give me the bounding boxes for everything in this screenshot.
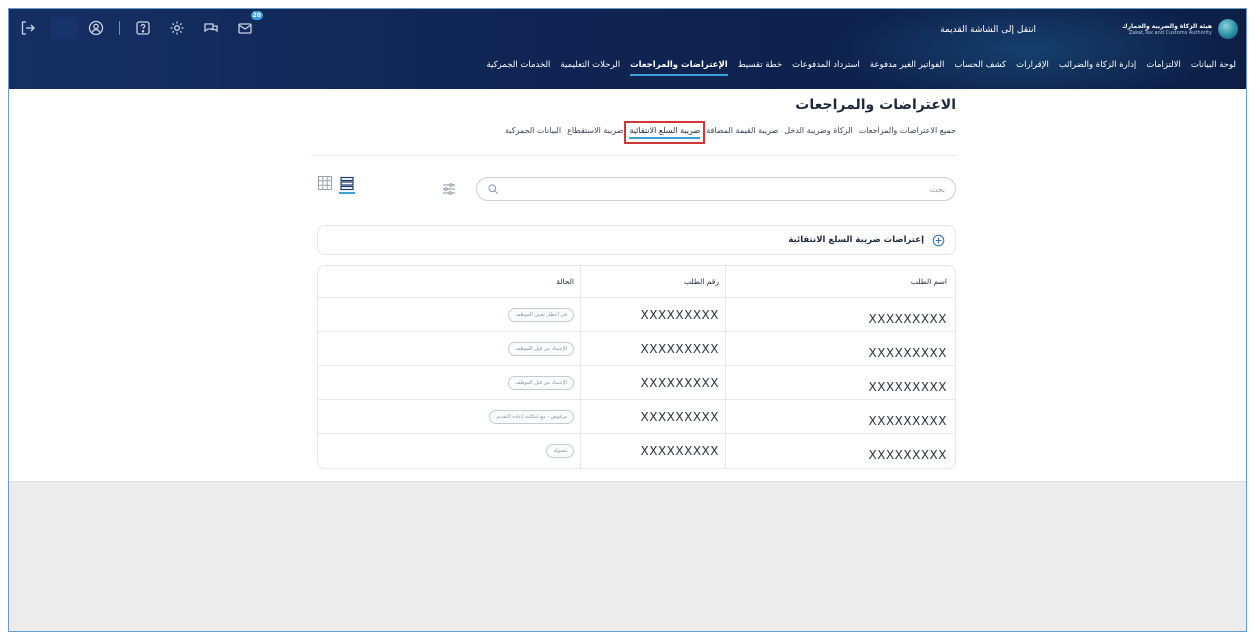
nav-item[interactable]: الالتزامات: [1146, 60, 1181, 76]
tab-item[interactable]: ضريبة القيمة المضافة: [706, 126, 778, 147]
nav-item[interactable]: الخدمات الجمركية: [486, 60, 550, 76]
search-box: [476, 177, 956, 201]
nav-item[interactable]: الإعتراضات والمراجعات: [630, 60, 728, 76]
section-title: إعتراضات ضريبة السلع الانتقائية: [788, 235, 924, 245]
cell-request-name: XXXXXXXXX: [725, 332, 955, 365]
column-header-number: رقم الطلب: [684, 277, 719, 286]
nav-item[interactable]: لوحة البيانات: [1191, 60, 1236, 76]
top-icons: 20: [17, 11, 268, 39]
table-row[interactable]: XXXXXXXXX XXXXXXXXX الإعتماد من قبل الموظف: [318, 366, 955, 400]
cell-status: الإعتماد من قبل الموظف: [318, 366, 580, 399]
section-header[interactable]: إعتراضات ضريبة السلع الانتقائية: [317, 225, 956, 255]
filter-icon[interactable]: [441, 181, 457, 197]
cell-request-number: XXXXXXXXX: [580, 298, 725, 331]
logo-text: هيئة الزكاة والضريبة والجمارك Zakat,Tax …: [1122, 23, 1212, 36]
table-row[interactable]: XXXXXXXXX XXXXXXXXX الإعتماد من قبل الموظف: [318, 332, 955, 366]
blank-slot: [51, 17, 79, 39]
header-cell-status: الحالة: [318, 266, 580, 297]
status-badge: الإعتماد من قبل الموظف: [508, 341, 574, 356]
nav-item[interactable]: إدارة الزكاة والضرائب: [1059, 60, 1136, 76]
column-header-status: الحالة: [556, 277, 574, 286]
table-row[interactable]: XXXXXXXXX XXXXXXXXX مقبولة: [318, 434, 955, 468]
tab-item[interactable]: ضريبة السلع الانتقائية: [624, 121, 706, 144]
cell-request-number: XXXXXXXXX: [580, 366, 725, 399]
table-row[interactable]: XXXXXXXXX XXXXXXXXX في انتظار تعيين الموظف: [318, 298, 955, 332]
plus-circle-icon[interactable]: [932, 234, 945, 247]
cell-status: مقبولة: [318, 434, 580, 468]
cell-status: في انتظار تعيين الموظف: [318, 298, 580, 331]
view-toggle: [317, 175, 355, 194]
request-number: XXXXXXXXX: [640, 409, 719, 424]
header-cell-number: رقم الطلب: [580, 266, 725, 297]
mail-badge: 20: [250, 11, 263, 20]
request-name: XXXXXXXXX: [868, 413, 947, 428]
status-badge: مقبولة: [546, 444, 574, 458]
status-badge: الإعتماد من قبل الموظف: [508, 375, 574, 390]
request-number: XXXXXXXXX: [640, 444, 719, 458]
search-input[interactable]: [499, 184, 945, 194]
request-name: XXXXXXXXX: [868, 345, 947, 360]
old-screen-link[interactable]: انتقل إلى الشاشة القديمة: [940, 25, 1036, 35]
nav-item[interactable]: الرحلات التعليمية: [560, 60, 620, 76]
requests-table: اسم الطلب رقم الطلب الحالة XXXXXXXXX XXXX…: [317, 265, 956, 469]
help-icon[interactable]: [132, 17, 154, 39]
divider: [119, 21, 120, 35]
nav-item[interactable]: الفواتير الغير مدفوعة: [870, 60, 944, 76]
header-cell-name: اسم الطلب: [725, 266, 955, 297]
chat-icon[interactable]: [200, 17, 222, 39]
cell-request-name: XXXXXXXXX: [725, 434, 955, 468]
request-name: XXXXXXXXX: [868, 311, 947, 326]
cell-request-number: XXXXXXXXX: [580, 400, 725, 433]
empty-area: [9, 481, 1246, 631]
cell-request-number: XXXXXXXXX: [580, 434, 725, 468]
tab-item[interactable]: الزكاة وضريبة الدخل: [784, 126, 852, 147]
cell-request-name: XXXXXXXXX: [725, 298, 955, 331]
tab-item[interactable]: جميع الاعتراضات والمراجعات: [859, 126, 956, 147]
logo-english: Zakat,Tax and Customs Authority: [1128, 29, 1212, 36]
request-name: XXXXXXXXX: [868, 379, 947, 394]
main-content: الاعتراضات والمراجعات جميع الاعتراضات وا…: [9, 89, 1246, 481]
column-header-name: اسم الطلب: [910, 277, 947, 286]
zatca-logo[interactable]: هيئة الزكاة والضريبة والجمارك Zakat,Tax …: [1122, 19, 1238, 39]
nav-item[interactable]: استرداد المدفوعات: [792, 60, 860, 76]
tab-item[interactable]: ضريبة الاستقطاع: [567, 126, 623, 147]
mail-icon[interactable]: 20: [234, 11, 263, 39]
nav-item[interactable]: الإقرارات: [1016, 60, 1049, 76]
logo-mark-icon: [1218, 19, 1238, 39]
main-nav: لوحة البيانات الالتزامات إدارة الزكاة والض…: [486, 60, 1236, 76]
table-row[interactable]: XXXXXXXXX XXXXXXXXX مرفوض - مع امكانية إعا…: [318, 400, 955, 434]
nav-item[interactable]: كشف الحساب: [954, 60, 1006, 76]
status-badge: في انتظار تعيين الموظف: [508, 307, 574, 322]
search-icon[interactable]: [487, 183, 499, 195]
tabs-divider: [311, 155, 956, 156]
tab-bar: جميع الاعتراضات والمراجعات الزكاة وضريبة …: [505, 121, 956, 147]
settings-icon[interactable]: [166, 17, 188, 39]
nav-item[interactable]: خطة تقسيط: [738, 60, 782, 76]
app-window: 20 انتقل إلى الشاشة القديمة هيئة الزكاة …: [8, 8, 1247, 632]
cell-request-number: XXXXXXXXX: [580, 332, 725, 365]
page-title: الاعتراضات والمراجعات: [795, 97, 956, 113]
list-view-icon[interactable]: [339, 175, 355, 194]
request-name: XXXXXXXXX: [868, 448, 947, 462]
logout-icon[interactable]: [17, 17, 39, 39]
grid-view-icon[interactable]: [317, 175, 333, 191]
user-icon[interactable]: [85, 17, 107, 39]
tab-item[interactable]: البيانات الجمركية: [505, 126, 561, 147]
cell-status: مرفوض - مع امكانية إعادة التقديم: [318, 400, 580, 433]
request-number: XXXXXXXXX: [640, 341, 719, 356]
table-header-row: اسم الطلب رقم الطلب الحالة: [318, 266, 955, 298]
request-number: XXXXXXXXX: [640, 307, 719, 322]
header: 20 انتقل إلى الشاشة القديمة هيئة الزكاة …: [9, 9, 1246, 89]
status-badge: مرفوض - مع امكانية إعادة التقديم: [489, 409, 574, 424]
top-bar: 20 انتقل إلى الشاشة القديمة هيئة الزكاة …: [9, 9, 1246, 55]
request-number: XXXXXXXXX: [640, 375, 719, 390]
cell-status: الإعتماد من قبل الموظف: [318, 332, 580, 365]
cell-request-name: XXXXXXXXX: [725, 400, 955, 433]
logo-arabic: هيئة الزكاة والضريبة والجمارك: [1122, 22, 1212, 30]
cell-request-name: XXXXXXXXX: [725, 366, 955, 399]
